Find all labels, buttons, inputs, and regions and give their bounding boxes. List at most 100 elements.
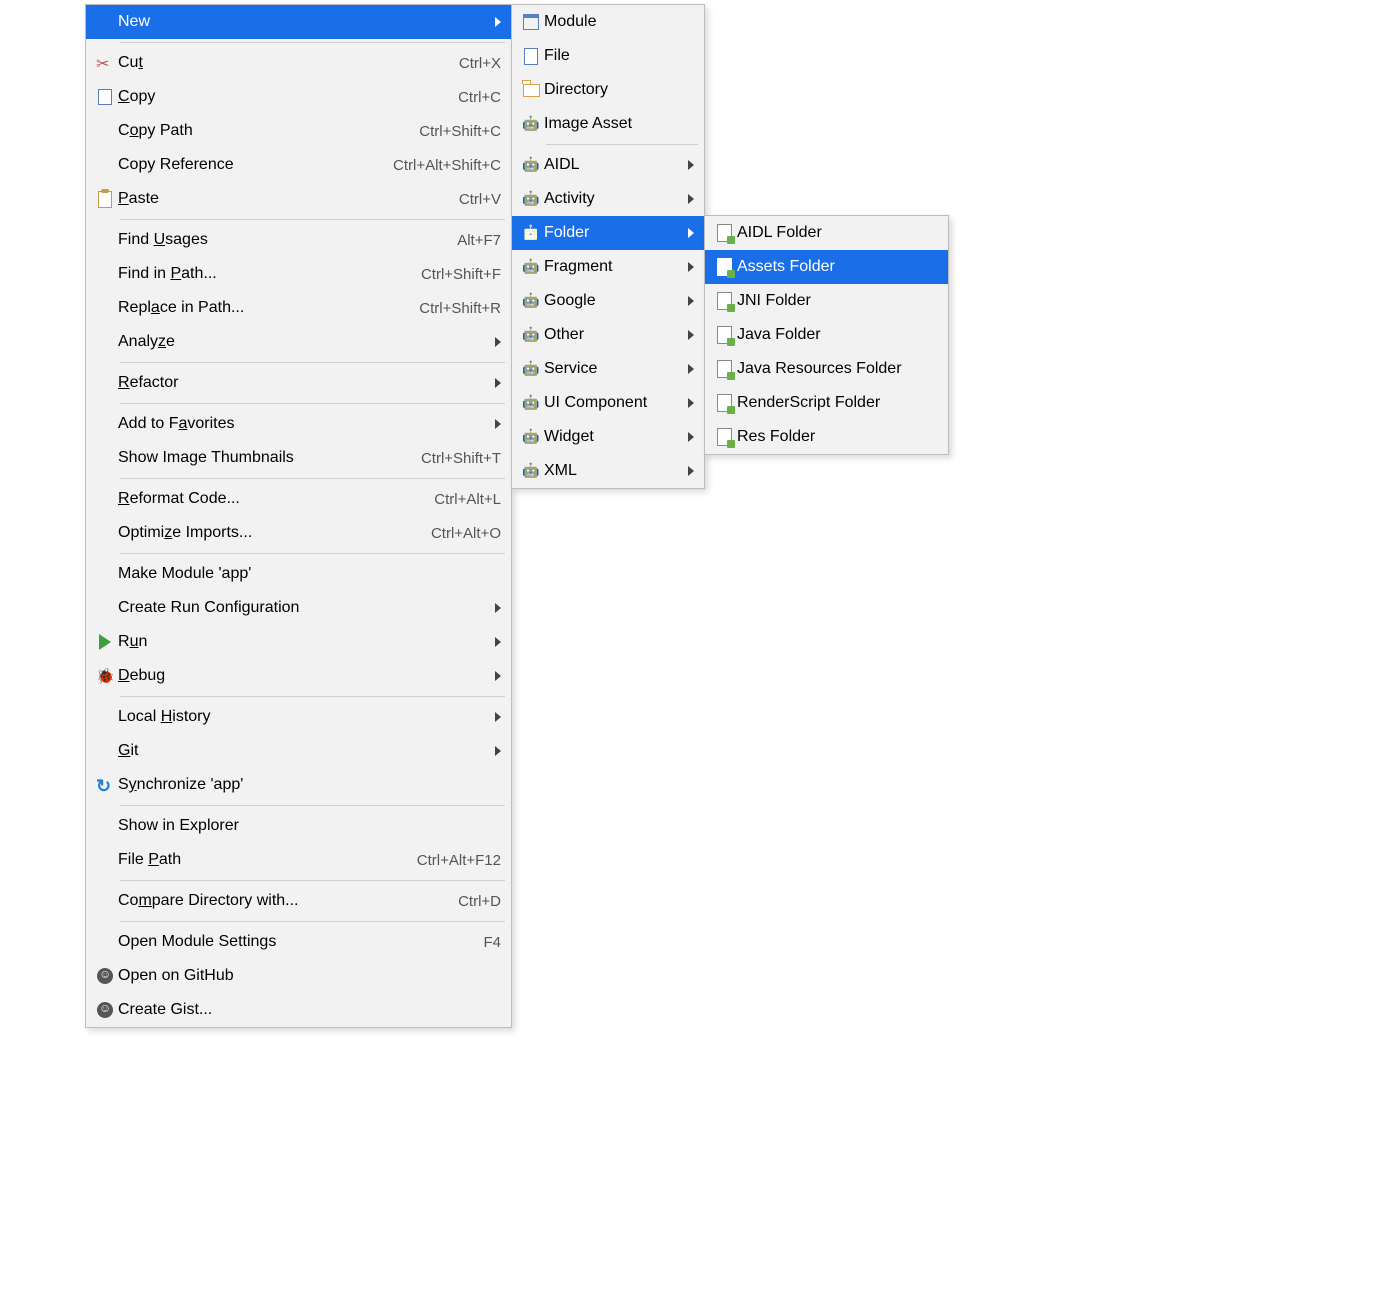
scissors-icon: [92, 54, 118, 72]
menu-item-show-thumbnails[interactable]: Show Image Thumbnails Ctrl+Shift+T: [86, 441, 511, 475]
menu-item-file-path[interactable]: File Path Ctrl+Alt+F12: [86, 843, 511, 877]
menu-item-find-in-path[interactable]: Find in Path... Ctrl+Shift+F: [86, 257, 511, 291]
menu-item-run[interactable]: Run: [86, 625, 511, 659]
menu-item-open-on-github[interactable]: Open on GitHub: [86, 959, 511, 993]
separator: [120, 553, 505, 554]
menu-item-activity[interactable]: Activity: [512, 182, 704, 216]
menu-item-java-folder[interactable]: Java Folder: [705, 318, 948, 352]
label-java-res-folder: Java Resources Folder: [737, 360, 938, 378]
separator: [546, 144, 698, 145]
label-aidl: AIDL: [544, 156, 678, 174]
android-icon: [518, 115, 544, 133]
menu-item-renderscript-folder[interactable]: RenderScript Folder: [705, 386, 948, 420]
menu-item-fragment[interactable]: Fragment: [512, 250, 704, 284]
label-paste: Paste: [118, 190, 439, 208]
menu-item-java-resources-folder[interactable]: Java Resources Folder: [705, 352, 948, 386]
arrow-icon: [688, 262, 694, 272]
menu-item-synchronize[interactable]: Synchronize 'app': [86, 768, 511, 802]
menu-item-jni-folder[interactable]: JNI Folder: [705, 284, 948, 318]
label-copy-path: Copy Path: [118, 122, 399, 140]
label-optimize: Optimize Imports...: [118, 524, 411, 542]
menu-item-ui-component[interactable]: UI Component: [512, 386, 704, 420]
menu-item-optimize-imports[interactable]: Optimize Imports... Ctrl+Alt+O: [86, 516, 511, 550]
label-refactor: Refactor: [118, 374, 485, 392]
menu-item-debug[interactable]: Debug: [86, 659, 511, 693]
sync-icon: [92, 776, 118, 794]
label-directory: Directory: [544, 81, 694, 99]
menu-item-aidl[interactable]: AIDL: [512, 148, 704, 182]
android-icon: [518, 156, 544, 174]
label-create-run: Create Run Configuration: [118, 599, 485, 617]
menu-item-reformat-code[interactable]: Reformat Code... Ctrl+Alt+L: [86, 482, 511, 516]
shortcut-paste: Ctrl+V: [439, 191, 501, 208]
android-icon: [518, 224, 544, 242]
label-make-module: Make Module 'app': [118, 565, 501, 583]
menu-item-image-asset[interactable]: Image Asset: [512, 107, 704, 141]
label-sync: Synchronize 'app': [118, 776, 501, 794]
menu-item-file[interactable]: File: [512, 39, 704, 73]
menu-item-cut[interactable]: Cut Ctrl+X: [86, 46, 511, 80]
arrow-icon: [495, 671, 501, 681]
menu-item-module[interactable]: Module: [512, 5, 704, 39]
separator: [120, 403, 505, 404]
label-analyze: Analyze: [118, 333, 485, 351]
menu-item-res-folder[interactable]: Res Folder: [705, 420, 948, 454]
arrow-icon: [495, 337, 501, 347]
menu-item-folder[interactable]: Folder: [512, 216, 704, 250]
menu-item-show-in-explorer[interactable]: Show in Explorer: [86, 809, 511, 843]
menu-item-create-gist[interactable]: Create Gist...: [86, 993, 511, 1027]
menu-item-local-history[interactable]: Local History: [86, 700, 511, 734]
menu-item-compare-directory[interactable]: Compare Directory with... Ctrl+D: [86, 884, 511, 918]
label-aidl-folder: AIDL Folder: [737, 224, 938, 242]
arrow-icon: [688, 466, 694, 476]
label-cut: Cut: [118, 54, 439, 72]
menu-item-xml[interactable]: XML: [512, 454, 704, 488]
label-java-folder: Java Folder: [737, 326, 938, 344]
label-folder: Folder: [544, 224, 678, 242]
arrow-icon: [688, 330, 694, 340]
menu-item-paste[interactable]: Paste Ctrl+V: [86, 182, 511, 216]
arrow-icon: [688, 194, 694, 204]
menu-item-aidl-folder[interactable]: AIDL Folder: [705, 216, 948, 250]
menu-item-google[interactable]: Google: [512, 284, 704, 318]
arrow-icon: [688, 398, 694, 408]
menu-item-copy-path[interactable]: Copy Path Ctrl+Shift+C: [86, 114, 511, 148]
menu-item-service[interactable]: Service: [512, 352, 704, 386]
arrow-icon: [495, 378, 501, 388]
separator: [120, 478, 505, 479]
menu-item-analyze[interactable]: Analyze: [86, 325, 511, 359]
label-copy-ref: Copy Reference: [118, 156, 373, 174]
separator: [120, 219, 505, 220]
menu-item-other[interactable]: Other: [512, 318, 704, 352]
menu-item-replace-in-path[interactable]: Replace in Path... Ctrl+Shift+R: [86, 291, 511, 325]
shortcut-file-path: Ctrl+Alt+F12: [397, 852, 501, 869]
arrow-icon: [495, 637, 501, 647]
arrow-icon: [688, 296, 694, 306]
menu-item-copy-reference[interactable]: Copy Reference Ctrl+Alt+Shift+C: [86, 148, 511, 182]
label-fragment: Fragment: [544, 258, 678, 276]
menu-item-git[interactable]: Git: [86, 734, 511, 768]
menu-item-assets-folder[interactable]: Assets Folder: [705, 250, 948, 284]
separator: [120, 921, 505, 922]
shortcut-find-usages: Alt+F7: [437, 232, 501, 249]
label-reformat: Reformat Code...: [118, 490, 414, 508]
menu-item-directory[interactable]: Directory: [512, 73, 704, 107]
android-icon: [518, 394, 544, 412]
menu-item-copy[interactable]: Copy Ctrl+C: [86, 80, 511, 114]
label-service: Service: [544, 360, 678, 378]
menu-item-create-run-config[interactable]: Create Run Configuration: [86, 591, 511, 625]
arrow-icon: [495, 712, 501, 722]
android-icon: [518, 462, 544, 480]
paste-icon: [92, 191, 118, 208]
separator: [120, 805, 505, 806]
menu-item-open-module-settings[interactable]: Open Module Settings F4: [86, 925, 511, 959]
menu-item-find-usages[interactable]: Find Usages Alt+F7: [86, 223, 511, 257]
menu-item-make-module[interactable]: Make Module 'app': [86, 557, 511, 591]
menu-item-refactor[interactable]: Refactor: [86, 366, 511, 400]
label-show-thumbs: Show Image Thumbnails: [118, 449, 401, 467]
menu-item-add-favorites[interactable]: Add to Favorites: [86, 407, 511, 441]
menu-item-new[interactable]: New: [86, 5, 511, 39]
label-find-usages: Find Usages: [118, 231, 437, 249]
shortcut-copy-ref: Ctrl+Alt+Shift+C: [373, 157, 501, 174]
menu-item-widget[interactable]: Widget: [512, 420, 704, 454]
